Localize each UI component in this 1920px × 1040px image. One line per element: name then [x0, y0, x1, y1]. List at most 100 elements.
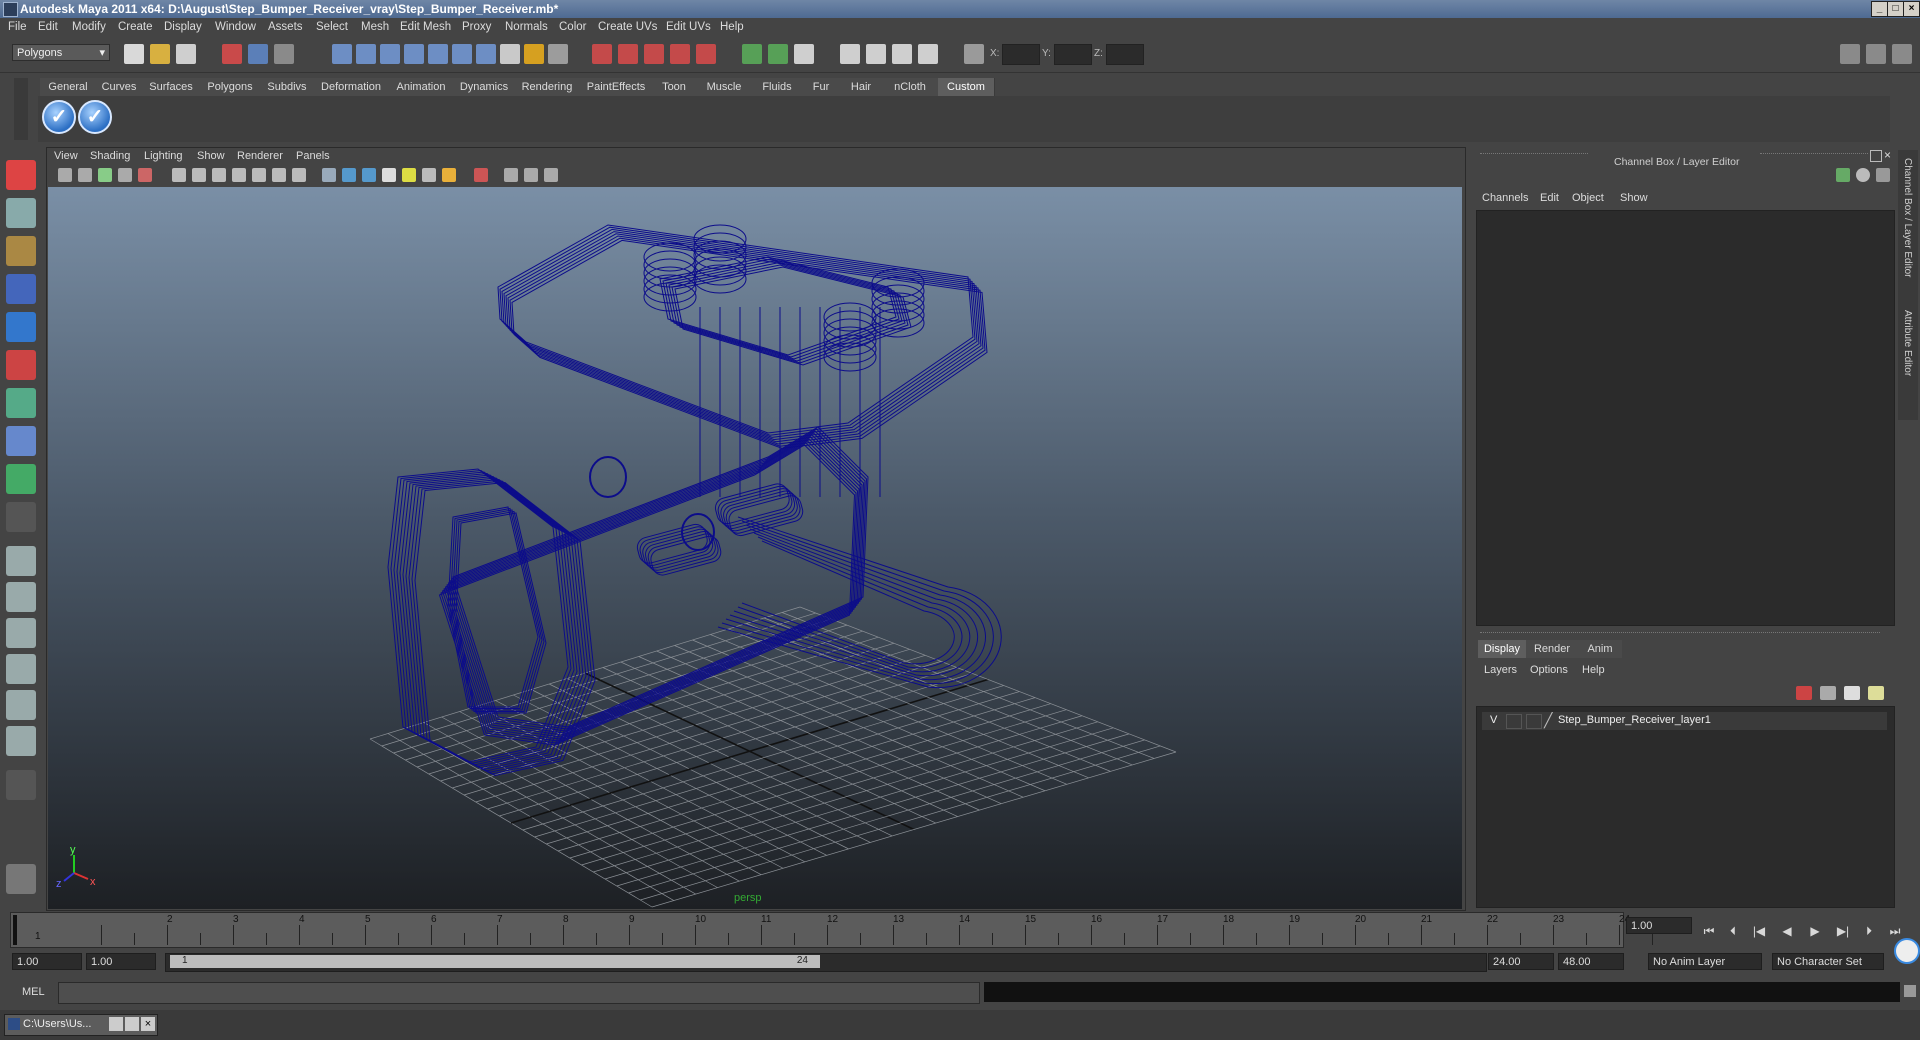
layer-tab-display[interactable]: Display	[1478, 640, 1526, 658]
menu-normals[interactable]: Normals	[505, 21, 548, 33]
tool-settings-icon[interactable]	[866, 44, 886, 64]
shelf-tab-fluids[interactable]: Fluids	[752, 78, 803, 96]
side-tab-attribute-editor[interactable]: Attribute Editor	[1902, 310, 1913, 376]
command-language-label[interactable]: MEL	[22, 986, 45, 998]
object-menu[interactable]: Object	[1572, 192, 1604, 204]
viewport-menu-renderer[interactable]: Renderer	[237, 150, 283, 162]
minimized-window[interactable]: C:\Users\Us... ×	[4, 1014, 158, 1036]
bookmark-icon[interactable]	[98, 168, 112, 182]
show-attribute-editor-icon[interactable]	[1840, 44, 1860, 64]
absolute-transform-icon[interactable]	[964, 44, 984, 64]
character-set-dropdown[interactable]: No Character Set	[1772, 953, 1884, 970]
menu-select[interactable]: Select	[316, 21, 348, 33]
perspective-viewport[interactable]: y x z persp	[48, 187, 1462, 909]
layers-menu[interactable]: Layers	[1484, 664, 1517, 676]
channels-menu[interactable]: Channels	[1482, 192, 1528, 204]
select-by-hierarchy-icon[interactable]	[222, 44, 242, 64]
maximize-small-button[interactable]	[125, 1017, 139, 1031]
step-back-key-icon[interactable]: |◀	[1748, 924, 1770, 940]
menu-edit[interactable]: Edit	[38, 21, 58, 33]
attribute-editor-icon[interactable]	[794, 44, 814, 64]
show-tool-settings-icon[interactable]	[1866, 44, 1886, 64]
move-layer-down-icon[interactable]	[1820, 686, 1836, 700]
x-field[interactable]	[1002, 44, 1040, 65]
camera-attributes-icon[interactable]	[58, 168, 72, 182]
shadows-icon[interactable]	[422, 168, 436, 182]
shelf-tab-toon[interactable]: Toon	[652, 78, 697, 96]
new-layer-icon[interactable]	[1844, 686, 1860, 700]
shelf-tab-custom[interactable]: Custom	[938, 78, 995, 96]
range-slider-handle[interactable]: 1 24	[170, 955, 820, 968]
film-gate-icon[interactable]	[172, 168, 186, 182]
quick-layout-icon[interactable]	[6, 864, 36, 894]
shelf-tab-hair[interactable]: Hair	[840, 78, 883, 96]
snap-curve-icon[interactable]	[356, 44, 376, 64]
channel-box-icon[interactable]	[892, 44, 912, 64]
viewport-menu-view[interactable]: View	[54, 150, 78, 162]
move-layer-up-icon[interactable]	[1796, 686, 1812, 700]
safe-title-icon[interactable]	[272, 168, 286, 182]
snap-view-plane-icon[interactable]	[404, 44, 424, 64]
scale-tool-icon[interactable]	[6, 350, 36, 380]
selection-mask-icon[interactable]	[548, 44, 568, 64]
shelf-tab-dynamics[interactable]: Dynamics	[454, 78, 515, 96]
textured-icon[interactable]	[382, 168, 396, 182]
time-slider[interactable]: 1 2 3 4 5 6 7 8 9 10 11 12 13 14 15 16 17 18 19 20 21 22 23 24	[10, 912, 1653, 948]
help-icon[interactable]	[500, 44, 520, 64]
menu-modify[interactable]: Modify	[72, 21, 106, 33]
lasso-tool-icon[interactable]	[6, 198, 36, 228]
ipr-render-icon[interactable]	[618, 44, 638, 64]
manipulator-slider-icon[interactable]	[1856, 168, 1870, 182]
image-plane-icon[interactable]	[118, 168, 132, 182]
xray-components-icon[interactable]	[544, 168, 558, 182]
layer-visibility-toggle[interactable]: V	[1490, 714, 1497, 726]
shelf-tab-polygons[interactable]: Polygons	[200, 78, 261, 96]
menu-file[interactable]: File	[8, 21, 27, 33]
anim-layer-dropdown[interactable]: No Anim Layer	[1648, 953, 1762, 970]
edit-menu[interactable]: Edit	[1540, 192, 1559, 204]
lock-icon[interactable]	[524, 44, 544, 64]
camera-lock-icon[interactable]	[78, 168, 92, 182]
outliner-graph-layout-icon[interactable]	[6, 726, 36, 756]
snap-point-icon[interactable]	[380, 44, 400, 64]
viewport-menu-show[interactable]: Show	[197, 150, 225, 162]
snap-live-icon[interactable]	[428, 44, 448, 64]
safe-action-icon[interactable]	[252, 168, 266, 182]
shelf-tab-curves[interactable]: Curves	[96, 78, 143, 96]
move-tool-icon[interactable]	[6, 274, 36, 304]
close-panel-icon[interactable]: ×	[1884, 148, 1891, 162]
start-time-field[interactable]: 1.00	[12, 953, 82, 970]
transform-field-icon[interactable]	[918, 44, 938, 64]
shelf-tab-ncloth[interactable]: nCloth	[882, 78, 939, 96]
layer-tab-render[interactable]: Render	[1526, 640, 1578, 658]
open-scene-icon[interactable]	[150, 44, 170, 64]
checkmark-icon-2[interactable]: ✓	[78, 100, 112, 134]
field-chart-icon[interactable]	[232, 168, 246, 182]
shelf-tab-muscle[interactable]: Muscle	[696, 78, 753, 96]
outliner-persp-layout-icon[interactable]	[6, 618, 36, 648]
menu-create[interactable]: Create	[118, 21, 153, 33]
layer-color-swatch[interactable]	[1526, 714, 1542, 729]
menu-edit-uvs[interactable]: Edit UVs	[666, 21, 711, 33]
soft-modification-tool-icon[interactable]	[6, 426, 36, 456]
new-scene-icon[interactable]	[124, 44, 144, 64]
save-scene-icon[interactable]	[176, 44, 196, 64]
options-menu[interactable]: Options	[1530, 664, 1568, 676]
menu-edit-mesh[interactable]: Edit Mesh	[400, 21, 451, 33]
help-menu[interactable]: Help	[1582, 664, 1605, 676]
last-tool-icon[interactable]	[6, 502, 36, 532]
shelf-tab-fur[interactable]: Fur	[802, 78, 841, 96]
restore-button[interactable]	[109, 1017, 123, 1031]
wireframe-icon[interactable]	[322, 168, 336, 182]
viewport-menu-lighting[interactable]: Lighting	[144, 150, 183, 162]
float-panel-icon[interactable]	[1870, 150, 1882, 162]
go-to-start-icon[interactable]: ⏮	[1698, 924, 1720, 940]
xray-icon[interactable]	[504, 168, 518, 182]
layer-name[interactable]: Step_Bumper_Receiver_layer1	[1558, 714, 1711, 726]
viewport-menu-panels[interactable]: Panels	[296, 150, 330, 162]
show-menu[interactable]: Show	[1620, 192, 1648, 204]
current-time-marker[interactable]	[13, 915, 17, 945]
hypershade-icon[interactable]	[670, 44, 690, 64]
close-button[interactable]: ×	[1903, 1, 1920, 17]
channel-box-body[interactable]	[1476, 210, 1895, 626]
